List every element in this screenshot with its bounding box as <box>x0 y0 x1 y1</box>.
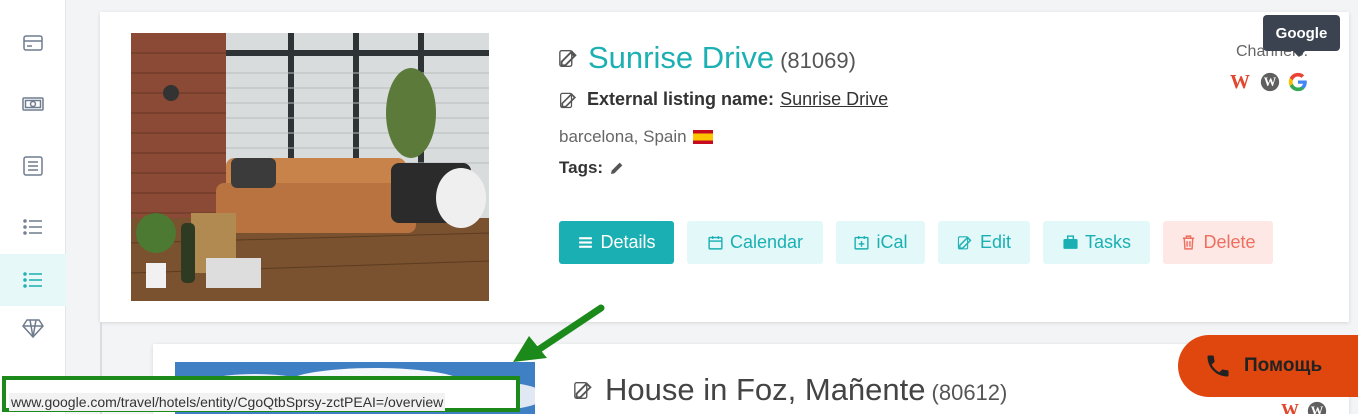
listing-id: (81069) <box>780 48 856 73</box>
listing-name[interactable]: Sunrise Drive <box>588 40 774 76</box>
google-tooltip: Google <box>1263 15 1340 57</box>
listing-tags: Tags: <box>559 158 625 178</box>
spain-flag-icon <box>692 130 713 144</box>
edit-icon[interactable] <box>573 379 595 401</box>
sidebar <box>0 0 66 414</box>
wordpress-icon[interactable]: W <box>1259 71 1281 93</box>
list-box-icon <box>23 156 43 176</box>
calendar-button[interactable]: Calendar <box>687 221 823 264</box>
card-icon <box>23 35 43 51</box>
external-listing-name: External listing name: Sunrise Drive <box>559 89 888 110</box>
listing-photo[interactable] <box>131 33 489 301</box>
pencil-icon[interactable] <box>609 160 625 176</box>
listing-id: (80612) <box>931 380 1008 405</box>
sidebar-item-payments[interactable] <box>0 78 66 130</box>
bullet-list-icon <box>23 219 42 235</box>
sidebar-item-cards[interactable] <box>0 17 66 69</box>
trash-icon <box>1183 235 1195 250</box>
tasks-button[interactable]: Tasks <box>1043 221 1150 264</box>
sidebar-item-listings[interactable] <box>0 254 66 306</box>
calendar-plus-icon <box>854 236 870 250</box>
external-name-label: External listing name: <box>587 89 775 109</box>
edit-button[interactable]: Edit <box>938 221 1030 264</box>
sidebar-item-reports[interactable] <box>0 140 66 192</box>
annotation-arrow <box>513 304 605 362</box>
phone-icon <box>1207 355 1229 377</box>
svg-text:W: W <box>1311 404 1324 414</box>
status-bar-url: www.google.com/travel/hotels/entity/CgoQ… <box>2 376 520 412</box>
sidebar-item-premium[interactable] <box>0 302 66 354</box>
status-url-text: www.google.com/travel/hotels/entity/CgoQ… <box>9 393 446 411</box>
money-icon <box>22 97 44 111</box>
edit-icon <box>957 236 972 250</box>
help-button[interactable]: Помощь <box>1178 335 1358 397</box>
tags-label: Tags: <box>559 158 604 177</box>
external-name-link[interactable]: Sunrise Drive <box>780 89 888 110</box>
edit-icon[interactable] <box>558 47 580 69</box>
location-text: barcelona, Spain <box>559 127 687 146</box>
sidebar-item-lists[interactable] <box>0 201 66 253</box>
channel-w-icon[interactable]: W <box>1229 71 1251 93</box>
listing-location: barcelona, Spain <box>559 127 713 147</box>
briefcase-icon <box>1063 235 1078 249</box>
svg-text:W: W <box>1264 75 1277 89</box>
listing-title: House in Foz, Mañente (80612) <box>573 372 1007 408</box>
edit-icon[interactable] <box>559 90 579 110</box>
listing-name[interactable]: House in Foz, Mañente <box>605 372 926 408</box>
channel-w-icon[interactable]: W <box>1281 400 1299 414</box>
bullet-list-icon <box>23 272 42 288</box>
help-label: Помощь <box>1244 355 1323 376</box>
google-icon[interactable] <box>1287 71 1309 93</box>
details-button[interactable]: Details <box>559 221 674 264</box>
diamond-icon <box>22 319 44 339</box>
delete-button[interactable]: Delete <box>1163 221 1273 264</box>
ical-button[interactable]: iCal <box>836 221 925 264</box>
listing-title: Sunrise Drive (81069) <box>558 40 856 76</box>
calendar-icon <box>708 236 723 250</box>
wordpress-icon[interactable]: W <box>1307 401 1327 414</box>
menu-icon <box>579 237 593 248</box>
